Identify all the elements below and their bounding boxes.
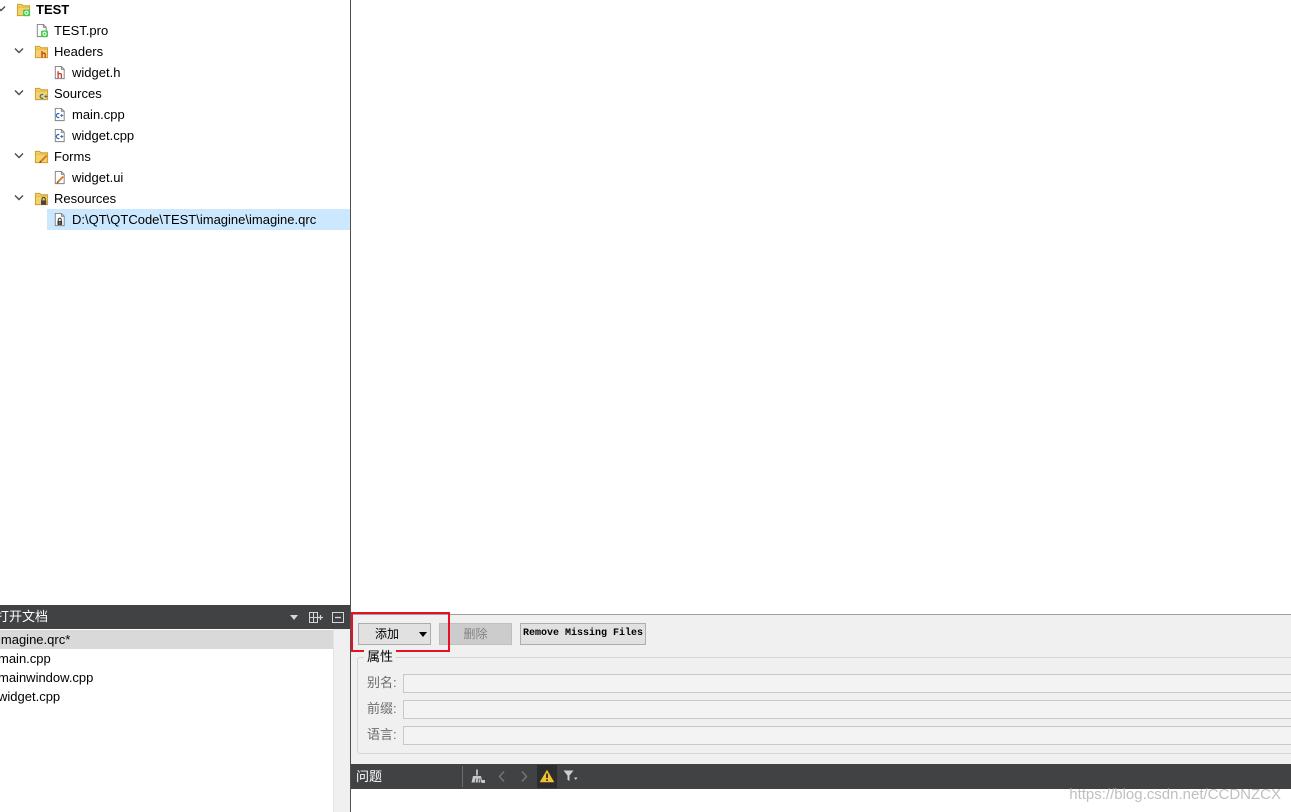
doc-item-label: imagine.qrc* [0,632,71,647]
watermark-text: https://blog.csdn.net/CCDNZCX [1069,786,1281,803]
chevron-down-icon[interactable] [14,152,24,160]
properties-group-title: 属性 [364,649,397,665]
doc-item-label: main.cpp [0,651,51,666]
tree-item-label: Resources [54,191,117,206]
open-documents-title: 打开文档 [0,609,49,624]
highlight-box [351,612,450,652]
close-panel-icon[interactable] [332,612,344,623]
open-documents-scrollbar[interactable] [333,629,350,812]
language-label: 语言: [367,727,397,742]
qt-project-icon [16,2,31,17]
cpp-file-icon [52,107,67,122]
forms-folder-icon [34,149,49,164]
dropdown-arrow-icon[interactable] [290,615,298,620]
project-tree: TEST TEST.pro Headers widget.h Sources m… [0,0,350,605]
tree-item-main-cpp[interactable]: main.cpp [0,104,350,125]
tree-item-label: TEST [36,2,70,17]
tree-item-label: TEST.pro [54,23,109,38]
qt-creator-window: TEST TEST.pro Headers widget.h Sources m… [0,0,1291,812]
tree-item-label: D:\QT\QTCode\TEST\imagine\imagine.qrc [72,212,317,227]
header-file-icon [52,65,67,80]
prefix-field[interactable] [403,700,1291,719]
qrc-file-icon [52,212,67,227]
sources-folder-icon [34,86,49,101]
tree-item-sources[interactable]: Sources [0,83,350,104]
language-field[interactable] [403,726,1291,745]
tree-item-widget-ui[interactable]: widget.ui [0,167,350,188]
doc-item-label: widget.cpp [0,689,61,704]
doc-item-imagine-qrc[interactable]: imagine.qrc* [0,630,333,649]
resource-tree-view[interactable] [351,0,1291,614]
cpp-file-icon [52,128,67,143]
headers-folder-icon [34,44,49,59]
tree-item-widget-cpp[interactable]: widget.cpp [0,125,350,146]
tree-item-test-pro[interactable]: TEST.pro [0,20,350,41]
warning-filter-icon[interactable] [539,769,555,783]
tree-item-label: Forms [54,149,91,164]
remove-missing-files-button[interactable]: Remove Missing Files [520,623,646,645]
alias-field[interactable] [403,674,1291,693]
alias-label: 别名: [367,675,397,690]
pro-file-icon [34,23,49,38]
tree-item-label: main.cpp [72,107,125,122]
issues-panel-title: 问题 [356,769,383,784]
prefix-label: 前缀: [367,701,397,716]
tree-item-forms[interactable]: Forms [0,146,350,167]
tree-item-label: Sources [54,86,102,101]
tree-item-label: Headers [54,44,104,59]
tree-item-label: widget.cpp [72,128,135,143]
tree-item-imagine-qrc[interactable]: D:\QT\QTCode\TEST\imagine\imagine.qrc [0,209,350,230]
tree-item-resources[interactable]: Resources [0,188,350,209]
doc-item-widget-cpp[interactable]: widget.cpp [0,687,333,706]
tree-item-test[interactable]: TEST [0,0,350,20]
tree-item-label: widget.ui [72,170,124,185]
tree-item-widget-h[interactable]: widget.h [0,62,350,83]
previous-icon[interactable] [497,770,507,783]
doc-item-main-cpp[interactable]: main.cpp [0,649,333,668]
chevron-down-icon[interactable] [14,194,24,202]
chevron-down-icon[interactable] [14,89,24,97]
chevron-down-icon[interactable] [0,5,6,13]
resources-folder-icon [34,191,49,206]
ui-file-icon [52,170,67,185]
tree-item-label: widget.h [72,65,121,80]
open-documents-list: imagine.qrc* main.cpp mainwindow.cpp wid… [0,629,333,812]
toolbar-separator [462,766,463,787]
doc-item-label: mainwindow.cpp [0,670,94,685]
clear-icon[interactable] [470,768,486,784]
open-documents-header: 打开文档 [0,605,350,629]
next-icon[interactable] [519,770,529,783]
doc-item-mainwindow-cpp[interactable]: mainwindow.cpp [0,668,333,687]
split-add-icon[interactable] [309,611,323,624]
filter-icon[interactable] [563,769,578,783]
tree-item-headers[interactable]: Headers [0,41,350,62]
chevron-down-icon[interactable] [14,47,24,55]
